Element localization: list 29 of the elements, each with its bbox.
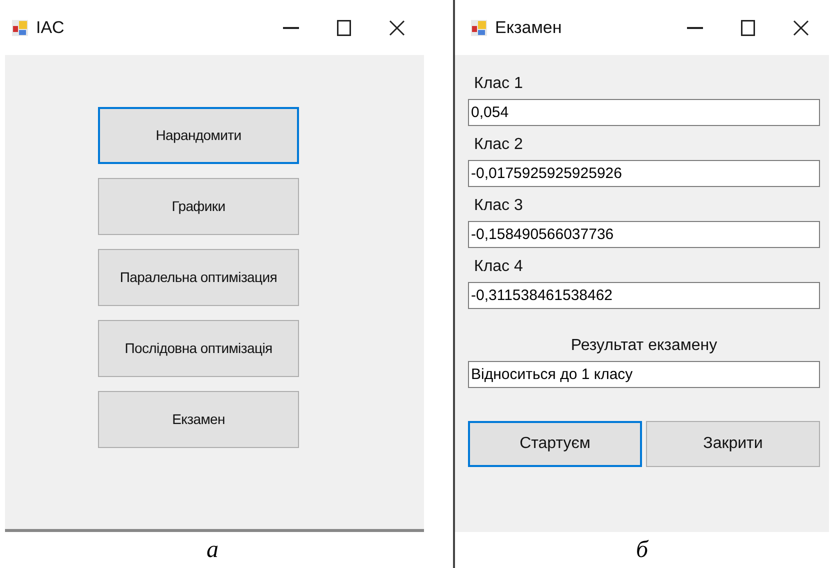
text-field[interactable]: -0,311538461538462 [468,282,820,309]
text-field[interactable]: Відноситься до 1 класу [468,361,820,388]
window-title: IAC [36,16,64,39]
maximize-icon[interactable] [741,20,755,36]
window-title: Екзамен [495,16,562,39]
app-icon [471,20,487,36]
form-button[interactable]: Екзамен [98,391,299,448]
result-label: Результат екзамену [570,336,718,356]
close-icon[interactable] [389,20,405,36]
field-label: Клас 3 [474,196,524,216]
field-label: Клас 4 [474,257,524,277]
form-button[interactable]: Графики [98,178,299,235]
minimize-icon[interactable] [283,26,299,28]
form-button[interactable]: Закрити [646,421,820,467]
text-field[interactable]: -0,158490566037736 [468,221,820,248]
field-label: Клас 2 [474,135,524,155]
form-button[interactable]: Стартуєм [468,421,642,467]
minimize-icon[interactable] [687,26,703,28]
field-label: Клас 1 [474,74,524,94]
text-field[interactable]: 0,054 [468,99,820,126]
form-button[interactable]: Послідовна оптимізація [98,320,299,377]
form-button[interactable]: Паралельна оптимізация [98,249,299,306]
figure-caption: а [206,536,218,565]
text-field[interactable]: -0,0175925925925926 [468,160,820,187]
maximize-icon[interactable] [337,20,351,36]
figure-caption: б [636,536,648,565]
close-icon[interactable] [793,20,809,36]
app-icon [12,20,28,36]
form-button[interactable]: Нарандомити [98,107,299,164]
